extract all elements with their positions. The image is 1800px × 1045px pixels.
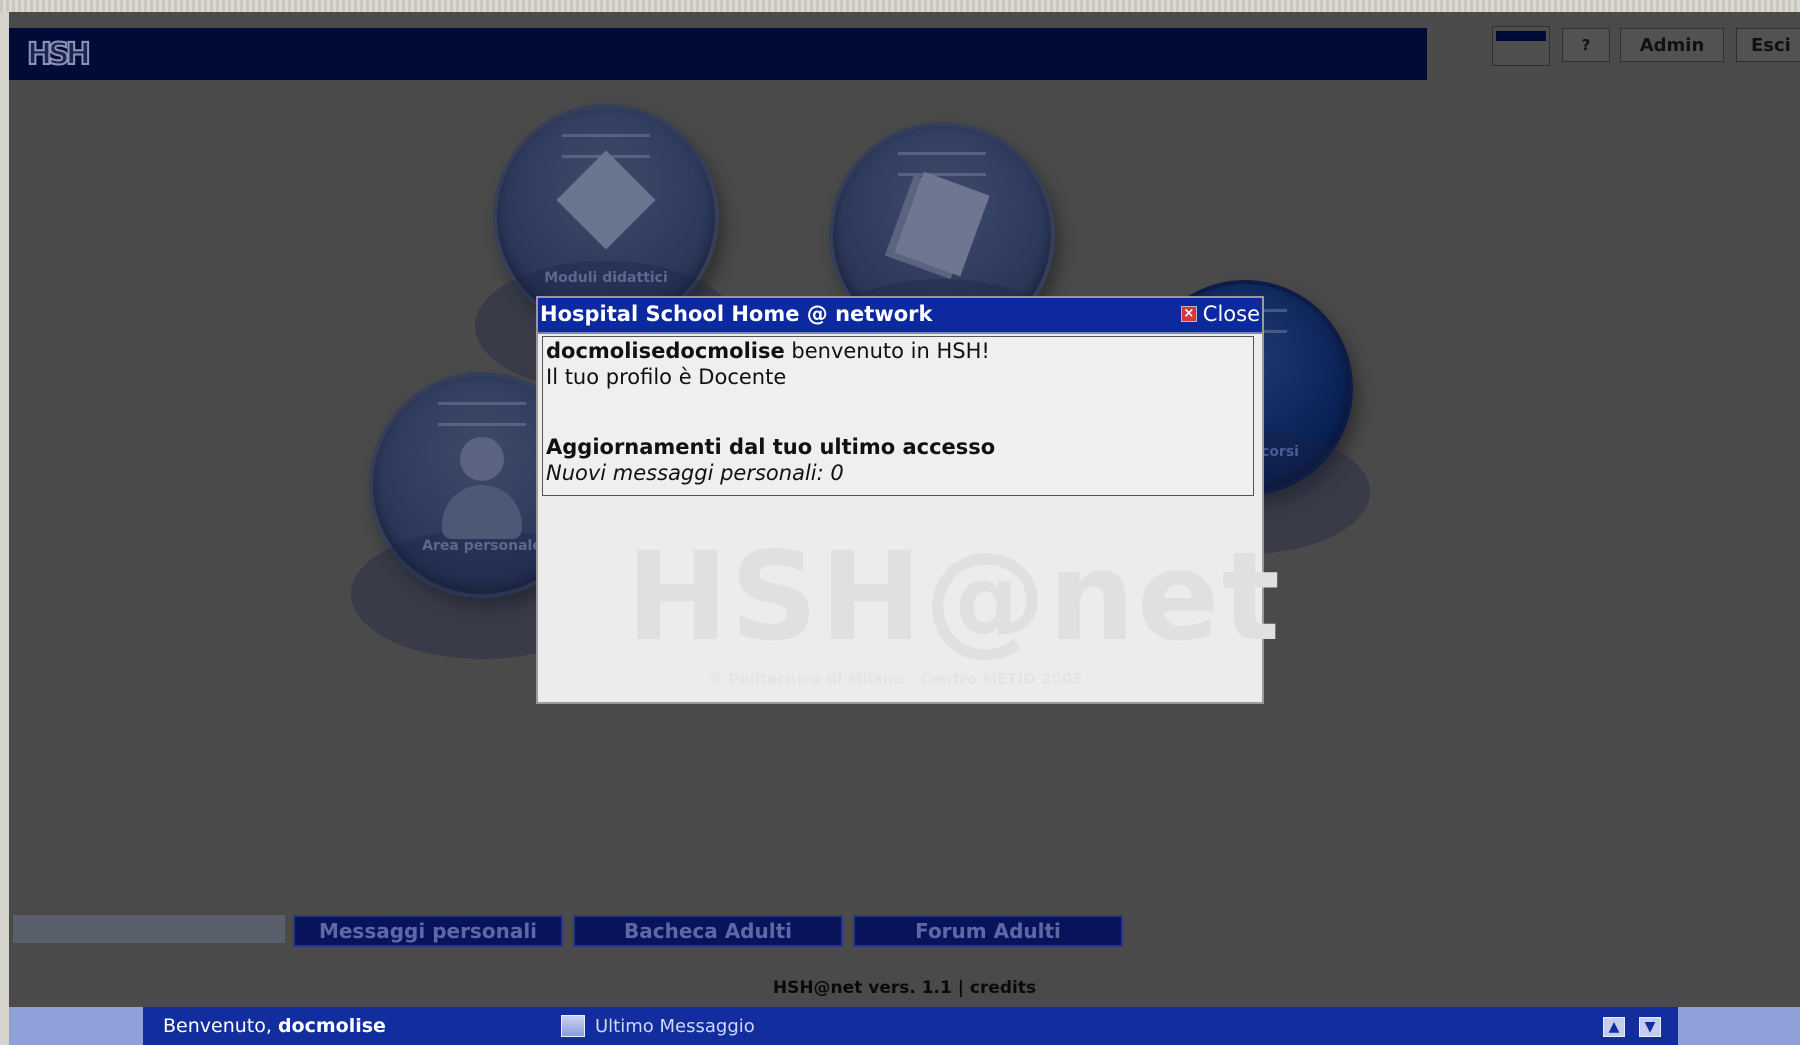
welcome-dialog: Hospital School Home @ network × Close d…	[536, 296, 1280, 704]
diamond-icon	[556, 150, 656, 250]
person-icon	[460, 437, 504, 482]
dialog-title: Hospital School Home @ network	[540, 302, 933, 326]
welcome-prefix: Benvenuto,	[163, 1015, 278, 1037]
decor-lines	[898, 152, 986, 177]
status-bar: Benvenuto, docmolise Ultimo Messaggio ▲ …	[9, 1007, 1800, 1045]
top-strip	[0, 0, 1800, 12]
exit-button[interactable]: Esci	[1736, 28, 1800, 62]
dialog-username: docmolisedocmolise	[546, 339, 785, 363]
decor-lines	[438, 402, 526, 427]
welcome-suffix: benvenuto in HSH!	[784, 339, 990, 363]
language-flag-button[interactable]	[1492, 26, 1550, 66]
dialog-message-box: docmolisedocmolise benvenuto in HSH! Il …	[542, 336, 1254, 496]
header-bar: HSH	[9, 28, 1427, 80]
new-messages-count: Nuovi messaggi personali: 0	[546, 461, 844, 485]
welcome-line: docmolisedocmolise benvenuto in HSH!	[546, 338, 1250, 364]
admin-button[interactable]: Admin	[1620, 28, 1724, 62]
hshnet-watermark: HSH@net	[626, 526, 1282, 668]
copyright-watermark: © Politecnico di Milano - Centro METID 2…	[708, 670, 1083, 688]
hsh-logo[interactable]: HSH	[26, 37, 92, 73]
arrow-down-icon[interactable]: ▼	[1639, 1017, 1661, 1037]
dialog-titlebar[interactable]: Hospital School Home @ network × Close	[538, 298, 1262, 334]
updates-heading: Aggiornamenti dal tuo ultimo accesso	[546, 435, 996, 459]
close-label: Close	[1202, 302, 1260, 326]
dialog-close-button[interactable]: × Close	[1180, 302, 1260, 326]
status-welcome: Benvenuto, docmolise	[163, 1015, 386, 1037]
version-text: HSH@net vers. 1.1 |	[772, 978, 970, 998]
credits-link[interactable]: credits	[970, 978, 1036, 998]
module-label: corsi	[1261, 444, 1299, 460]
status-bar-inner: Benvenuto, docmolise Ultimo Messaggio ▲ …	[143, 1007, 1678, 1045]
tab-messaggi-personali[interactable]: Messaggi personali	[293, 915, 563, 947]
help-button[interactable]: ?	[1562, 28, 1610, 62]
last-message-label[interactable]: Ultimo Messaggio	[595, 1016, 755, 1037]
flag-icon	[1496, 31, 1546, 41]
profile-line: Il tuo profilo è Docente	[546, 365, 787, 389]
message-icon[interactable]	[561, 1015, 585, 1037]
close-icon: ×	[1180, 306, 1197, 322]
papers-icon	[894, 171, 990, 277]
person-body-icon	[442, 485, 522, 539]
app-frame: HSH ? Admin Esci Moduli didattici Area p…	[9, 12, 1800, 1045]
module-label: Moduli didattici	[544, 270, 668, 286]
status-username: docmolise	[277, 1015, 386, 1037]
tab-bacheca-adulti[interactable]: Bacheca Adulti	[573, 915, 843, 947]
version-footer: HSH@net vers. 1.1 | credits	[9, 978, 1800, 998]
tab-placeholder	[13, 915, 285, 943]
tab-forum-adulti[interactable]: Forum Adulti	[853, 915, 1123, 947]
arrow-up-icon[interactable]: ▲	[1603, 1017, 1625, 1037]
